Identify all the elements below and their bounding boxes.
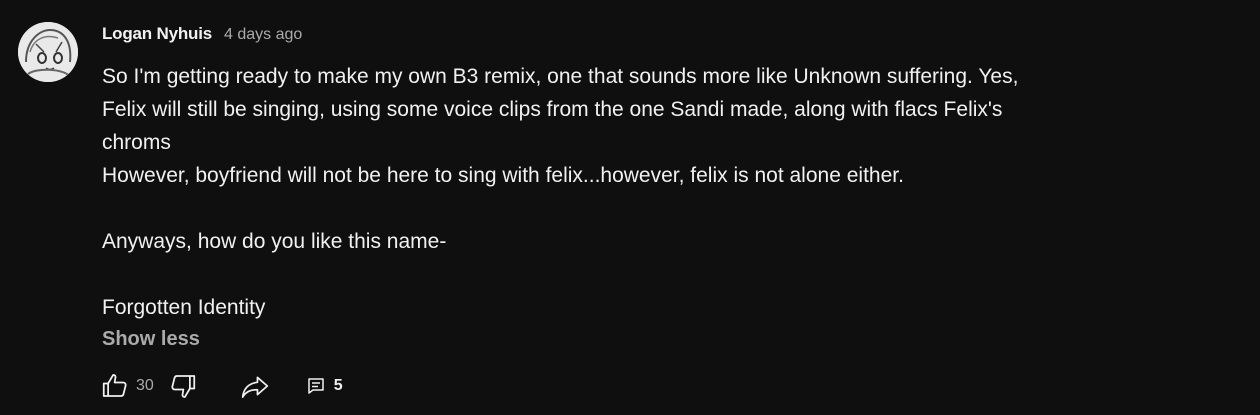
comment-body: Logan Nyhuis 4 days ago So I'm getting r…: [102, 24, 1242, 354]
comment-line: So I'm getting ready to make my own B3 r…: [102, 65, 1019, 88]
comment-text: So I'm getting ready to make my own B3 r…: [102, 60, 1162, 324]
thumbs-down-icon: [171, 375, 195, 398]
avatar[interactable]: [18, 22, 78, 82]
comment-line: chroms: [102, 131, 171, 154]
comment-header: Logan Nyhuis 4 days ago: [102, 24, 1242, 48]
show-less-button[interactable]: Show less: [102, 324, 200, 354]
comment-thread: Logan Nyhuis 4 days ago So I'm getting r…: [0, 0, 1260, 415]
like-count: 30: [136, 377, 154, 394]
comment-line: However, boyfriend will not be here to s…: [102, 164, 904, 187]
comment-icon: [308, 378, 324, 394]
comment-timestamp[interactable]: 4 days ago: [224, 26, 302, 44]
share-button[interactable]: [238, 369, 272, 403]
like-button[interactable]: [98, 369, 132, 403]
comment-line: Forgotten Identity: [102, 296, 266, 319]
share-arrow-icon: [241, 376, 268, 398]
reply-count: 5: [333, 377, 343, 394]
dislike-button[interactable]: [166, 369, 200, 403]
replies-button[interactable]: 5: [306, 376, 343, 396]
comment-line: [102, 192, 1162, 225]
author-name[interactable]: Logan Nyhuis: [102, 24, 212, 44]
thumbs-up-icon: [102, 374, 127, 397]
comment-line: Anyways, how do you like this name-: [102, 230, 447, 253]
comment-actions: 30 5: [98, 368, 343, 404]
avatar-drawing: [18, 22, 78, 82]
comment-line: [102, 258, 1162, 291]
comment-line: Felix will still be singing, using some …: [102, 98, 1003, 121]
